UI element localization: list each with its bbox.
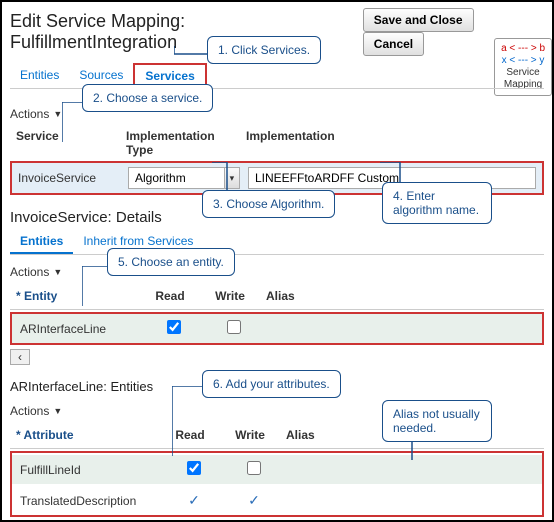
entity-write-checkbox[interactable]	[227, 320, 241, 334]
impl-type-select[interactable]	[128, 167, 225, 189]
attribute-row[interactable]: TranslatedDescription ✓ ✓	[12, 486, 542, 515]
entities-actions-menu[interactable]: Actions ▼	[10, 265, 62, 279]
chevron-left-icon: ‹	[18, 350, 22, 364]
badge-line1: a < --- > b	[501, 43, 545, 55]
attr-actions-menu[interactable]: Actions ▼	[10, 404, 62, 418]
attr-read-checkbox[interactable]	[187, 461, 201, 475]
actions-label: Actions	[10, 265, 49, 279]
col-implementation: Implementation	[240, 129, 544, 157]
attribute-name: TranslatedDescription	[20, 494, 136, 508]
attribute-name: FulfillLineId	[20, 463, 81, 477]
chevron-down-icon: ▾	[230, 173, 235, 184]
tab-entities[interactable]: Entities	[10, 64, 69, 86]
col-impl-type: Implementation Type	[120, 129, 240, 157]
cancel-button[interactable]: Cancel	[363, 32, 424, 56]
callout-4: 4. Enter algorithm name.	[382, 182, 492, 224]
callout-6: 6. Add your attributes.	[202, 370, 341, 398]
callout-1: 1. Click Services.	[207, 36, 321, 64]
attr-write-check-icon: ✓	[224, 492, 284, 509]
entity-name: ARInterfaceLine	[20, 322, 106, 336]
col-alias: Alias	[260, 289, 544, 303]
impl-type-dropdown-button[interactable]: ▾	[225, 167, 240, 189]
callout-2: 2. Choose a service.	[82, 84, 213, 112]
callout-3: 3. Choose Algorithm.	[202, 190, 335, 218]
actions-label: Actions	[10, 107, 49, 121]
service-name: InvoiceService	[18, 171, 96, 185]
col-read: Read	[140, 289, 200, 303]
scroll-left-button[interactable]: ‹	[10, 349, 30, 365]
save-and-close-button[interactable]: Save and Close	[363, 8, 474, 32]
chevron-down-icon: ▼	[53, 406, 62, 416]
col-entity: * Entity	[10, 289, 140, 303]
col-attribute: * Attribute	[10, 428, 160, 442]
entity-read-checkbox[interactable]	[167, 320, 181, 334]
actions-label: Actions	[10, 404, 49, 418]
attribute-row[interactable]: FulfillLineId	[12, 455, 542, 484]
attr-write-checkbox[interactable]	[247, 461, 261, 475]
col-attr-write: Write	[220, 428, 280, 442]
entity-row[interactable]: ARInterfaceLine	[10, 312, 544, 345]
attr-read-check-icon: ✓	[164, 492, 224, 509]
chevron-down-icon: ▼	[53, 267, 62, 277]
chevron-down-icon: ▼	[53, 109, 62, 119]
actions-menu[interactable]: Actions ▼	[10, 107, 62, 121]
tab-sources[interactable]: Sources	[69, 64, 133, 86]
callout-7: Alias not usually needed.	[382, 400, 492, 442]
col-service: Service	[10, 129, 120, 157]
callout-5: 5. Choose an entity.	[107, 248, 235, 276]
subtab-entities[interactable]: Entities	[10, 230, 73, 254]
col-attr-read: Read	[160, 428, 220, 442]
col-write: Write	[200, 289, 260, 303]
